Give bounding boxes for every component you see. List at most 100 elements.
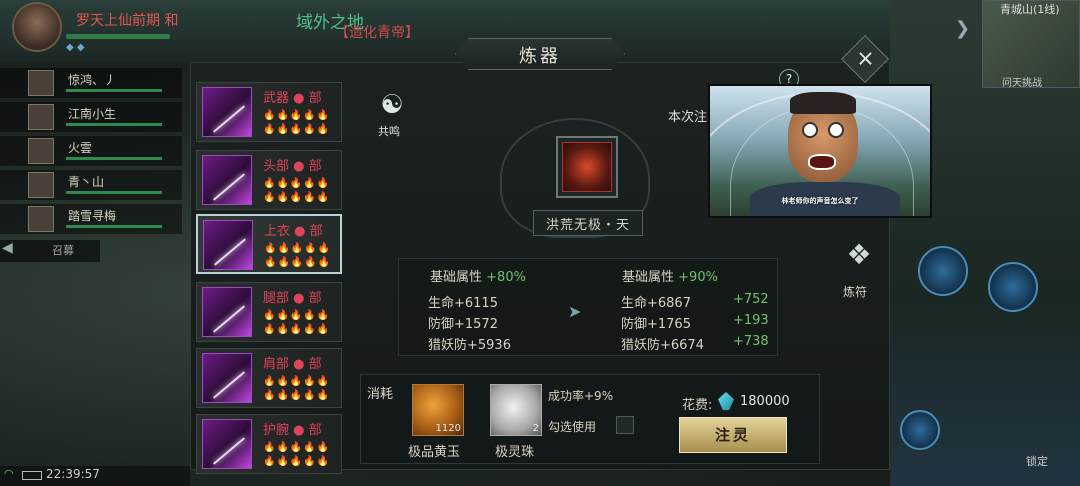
team-member-name: 惊鸿、丿: [68, 73, 117, 87]
use-checkbox[interactable]: [616, 416, 634, 434]
team-member-name: 江南小生: [68, 107, 117, 121]
material-name: 极品黄玉: [408, 445, 461, 460]
material-count: 1120: [435, 423, 461, 434]
slot-wrist[interactable]: 护腕 ● 部 🔥🔥🔥🔥🔥🔥🔥🔥🔥🔥: [196, 414, 342, 474]
team-member[interactable]: 火雲: [0, 136, 182, 166]
character-eye: [802, 122, 818, 138]
resonance-icon[interactable]: ☯: [374, 90, 410, 124]
team-member-name: 火雲: [68, 141, 93, 155]
flame-icon: 🔥🔥🔥🔥🔥🔥🔥🔥🔥🔥: [263, 110, 331, 135]
success-rate: 成功率+9%: [548, 389, 614, 403]
equipment-thumb: [202, 353, 252, 403]
flame-icon: 🔥🔥🔥🔥🔥🔥🔥🔥🔥🔥: [263, 442, 331, 467]
team-avatar: [28, 70, 54, 96]
player-hp-bar: [66, 34, 170, 39]
equipment-thumb: [202, 155, 252, 205]
material-pearl[interactable]: 2: [490, 384, 542, 436]
talisman-icon[interactable]: ❖: [838, 238, 880, 278]
cost-label: 花费:: [682, 398, 713, 413]
character-eye: [828, 122, 844, 138]
flame-icon: 🔥🔥🔥🔥🔥🔥🔥🔥🔥🔥: [263, 178, 331, 203]
slot-label: 腿部 ● 部: [263, 291, 322, 306]
slot-label: 护腕 ● 部: [263, 423, 322, 438]
clock: 22:39:57: [46, 467, 100, 481]
minimap-title: 青城山(1线): [1000, 3, 1060, 16]
character-hair: [790, 92, 856, 114]
player-avatar[interactable]: [12, 2, 62, 52]
attr-head-label: 基础属性: [430, 270, 483, 285]
team-hp-bar: [66, 123, 162, 126]
attr-delta: +752: [733, 292, 769, 307]
panel-title: 炼器: [519, 46, 561, 67]
talisman-label: 炼符: [843, 285, 868, 299]
close-icon: ×: [856, 46, 875, 72]
team-member[interactable]: 惊鸿、丿: [0, 68, 182, 98]
attr-head-pct: +90%: [678, 270, 718, 285]
lock-target-label[interactable]: 锁定: [1026, 453, 1048, 469]
team-hp-bar: [66, 89, 162, 92]
equipment-thumb: [202, 287, 252, 337]
slot-head[interactable]: 头部 ● 部 🔥🔥🔥🔥🔥🔥🔥🔥🔥🔥: [196, 150, 342, 210]
chevron-right-icon[interactable]: ❯: [955, 18, 970, 39]
slot-shoulder[interactable]: 肩部 ● 部 🔥🔥🔥🔥🔥🔥🔥🔥🔥🔥: [196, 348, 342, 408]
battery-icon: [22, 471, 42, 480]
slot-legs[interactable]: 腿部 ● 部 🔥🔥🔥🔥🔥🔥🔥🔥🔥🔥: [196, 282, 342, 342]
buff-icon: ◆ ◆: [66, 42, 85, 53]
item-name: 洪荒无极・天: [545, 218, 630, 233]
team-member[interactable]: 踏雪寻梅: [0, 204, 182, 234]
inject-spirit-button[interactable]: 注灵: [679, 417, 787, 453]
skill-button[interactable]: [900, 410, 940, 450]
team-avatar: [28, 172, 54, 198]
team-avatar: [28, 206, 54, 232]
skill-button[interactable]: [918, 246, 968, 296]
player-name: 罗天上仙前期 和: [76, 13, 179, 29]
chevron-left-icon[interactable]: ◀: [2, 240, 24, 262]
material-count: 2: [532, 423, 539, 434]
minimap-subtitle: 问天挑战: [1002, 78, 1042, 89]
slot-label: 头部 ● 部: [263, 159, 322, 174]
skill-button[interactable]: [988, 262, 1038, 312]
team-member-name: 踏雪寻梅: [68, 209, 117, 223]
slot-label: 肩部 ● 部: [263, 357, 322, 372]
material-topaz[interactable]: 1120: [412, 384, 464, 436]
arrow-right-icon: ➤: [568, 302, 582, 321]
attr-head-label: 基础属性: [622, 270, 675, 285]
team-avatar: [28, 138, 54, 164]
attr-after-line: 生命+6867: [621, 296, 691, 311]
flame-icon: 🔥🔥🔥🔥🔥🔥🔥🔥🔥🔥: [264, 243, 332, 268]
resonance-label: 共鸣: [378, 125, 400, 138]
slot-label: 武器 ● 部: [263, 91, 322, 106]
slot-weapon[interactable]: 武器 ● 部 🔥🔥🔥🔥🔥🔥🔥🔥🔥🔥: [196, 82, 342, 142]
equipment-thumb: [203, 220, 253, 270]
material-name: 极灵珠: [495, 445, 535, 460]
attr-delta: +738: [733, 334, 769, 349]
team-avatar: [28, 104, 54, 130]
team-hp-bar: [66, 225, 162, 228]
equipment-thumb: [202, 87, 252, 137]
armor-icon[interactable]: [562, 142, 612, 192]
attr-before-line: 猎妖防+5936: [428, 338, 511, 353]
consume-label: 消耗: [367, 387, 394, 402]
slot-chest[interactable]: 上衣 ● 部 🔥🔥🔥🔥🔥🔥🔥🔥🔥🔥: [196, 214, 342, 274]
video-caption: 林老师你的声音怎么变了: [781, 197, 859, 205]
team-hp-bar: [66, 191, 162, 194]
zone-subtitle: 【造化青帝】: [335, 25, 419, 41]
equipment-thumb: [202, 419, 252, 469]
attr-after-head: 基础属性 +90%: [622, 266, 718, 285]
current-label: 本次注: [668, 110, 708, 125]
attr-delta: +193: [733, 313, 769, 328]
attr-after-line: 防御+1765: [621, 317, 691, 332]
player-tag: 和: [164, 13, 179, 29]
slot-label: 上衣 ● 部: [264, 224, 323, 239]
team-member-name: 青丶山: [68, 175, 105, 189]
flame-icon: 🔥🔥🔥🔥🔥🔥🔥🔥🔥🔥: [263, 376, 331, 401]
team-hp-bar: [66, 157, 162, 160]
character-mouth: [808, 154, 836, 170]
team-member[interactable]: 江南小生: [0, 102, 182, 132]
cost-value: 180000: [740, 394, 790, 409]
attr-before-head: 基础属性 +80%: [430, 266, 526, 285]
attr-after-line: 猎妖防+6674: [621, 338, 704, 353]
attr-before-line: 生命+6115: [428, 296, 498, 311]
team-member[interactable]: 青丶山: [0, 170, 182, 200]
attr-before-line: 防御+1572: [428, 317, 498, 332]
